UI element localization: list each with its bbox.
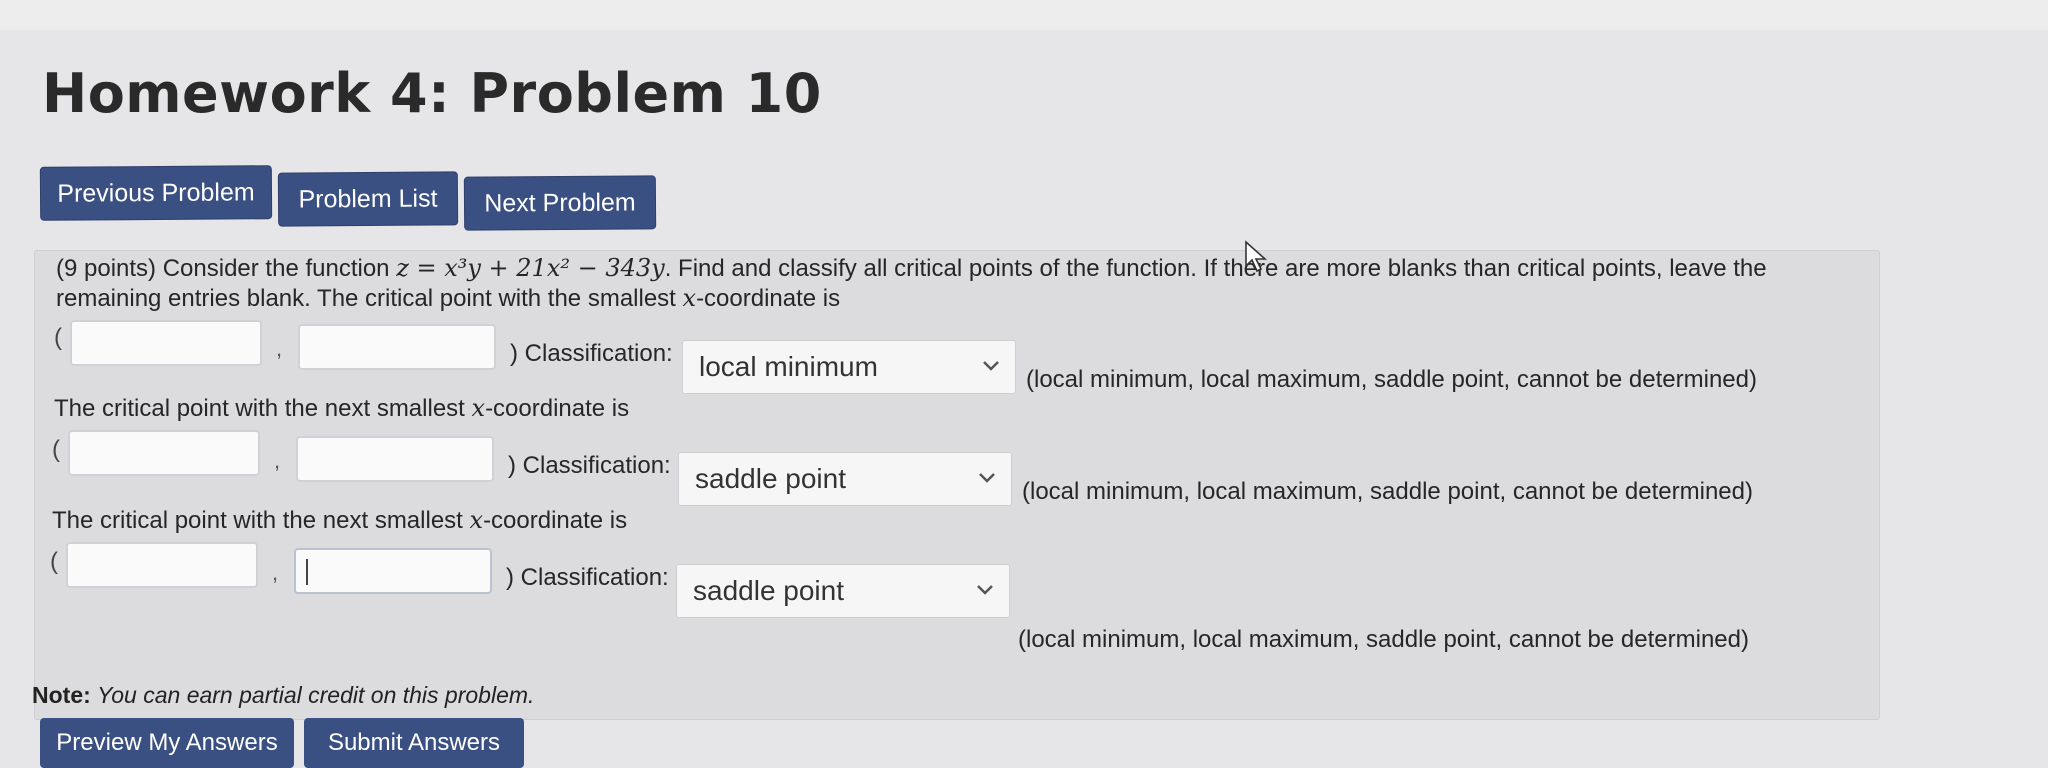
x-variable: x (682, 284, 697, 312)
row1-classification-select[interactable]: local minimum (682, 340, 1016, 394)
row1-options-hint: (local minimum, local maximum, saddle po… (1026, 366, 1757, 393)
row3-prompt: The critical point with the next smalles… (52, 506, 627, 535)
row2-prompt: The critical point with the next smalles… (54, 394, 629, 423)
problem-intro: (9 points) Consider the function z = x³y… (56, 254, 1767, 283)
open-paren: ( (50, 548, 58, 575)
row1-classification-value: local minimum (699, 351, 878, 382)
row3-x-input[interactable] (66, 542, 258, 588)
partial-credit-note: Note: You can earn partial credit on thi… (32, 682, 534, 709)
row3-classification-select[interactable]: saddle point (676, 564, 1010, 618)
row3-y-input[interactable] (294, 548, 492, 594)
row2-classification-value: saddle point (695, 463, 847, 494)
next-prefix: The critical point with the next smalles… (52, 507, 470, 534)
coord-suffix: -coordinate is (485, 395, 630, 422)
intro-text-c: remaining entries blank. The critical po… (56, 285, 683, 312)
row2-y-input[interactable] (296, 436, 494, 482)
row1-classification-label: ) Classification: (510, 340, 673, 367)
x-variable: x (471, 394, 486, 422)
row2-classification-label: ) Classification: (508, 452, 671, 479)
chevron-down-icon (983, 361, 999, 371)
row2-x-input[interactable] (68, 430, 260, 476)
chevron-down-icon (979, 473, 995, 483)
intro-text-b: . Find and classify all critical points … (664, 255, 1767, 282)
row2-classification-select[interactable]: saddle point (678, 452, 1012, 506)
comma: , (274, 448, 281, 473)
row1-x-input[interactable] (70, 320, 262, 366)
open-paren: ( (54, 324, 62, 351)
page-title: Homework 4: Problem 10 (42, 62, 822, 125)
preview-answers-button[interactable]: Preview My Answers (40, 718, 294, 768)
row3-options-hint: (local minimum, local maximum, saddle po… (1018, 626, 1749, 653)
coord-suffix: -coordinate is (483, 507, 628, 534)
open-paren: ( (52, 436, 60, 463)
row2-options-hint: (local minimum, local maximum, saddle po… (1022, 478, 1753, 505)
intro-text-a: (9 points) Consider the function (56, 255, 397, 282)
function-expression: z = x³y + 21x² − 343y (396, 254, 665, 282)
top-strip (0, 0, 2048, 30)
submit-answers-button[interactable]: Submit Answers (304, 718, 524, 768)
note-text: You can earn partial credit on this prob… (97, 682, 535, 708)
problem-intro-line2: remaining entries blank. The critical po… (56, 284, 840, 313)
note-label: Note: (32, 682, 91, 708)
x-variable: x (469, 506, 484, 534)
coord-suffix: -coordinate is (696, 285, 841, 312)
text-cursor (306, 559, 308, 585)
row1-y-input[interactable] (298, 324, 496, 370)
next-prefix: The critical point with the next smalles… (54, 395, 472, 422)
next-problem-button[interactable]: Next Problem (463, 175, 657, 231)
row3-classification-value: saddle point (693, 575, 845, 606)
comma: , (272, 560, 279, 585)
row3-classification-label: ) Classification: (506, 564, 669, 591)
problem-list-button[interactable]: Problem List (277, 171, 459, 227)
previous-problem-button[interactable]: Previous Problem (39, 165, 273, 221)
mouse-pointer-icon (1245, 240, 1268, 273)
chevron-down-icon (977, 585, 993, 595)
comma: , (276, 336, 283, 361)
